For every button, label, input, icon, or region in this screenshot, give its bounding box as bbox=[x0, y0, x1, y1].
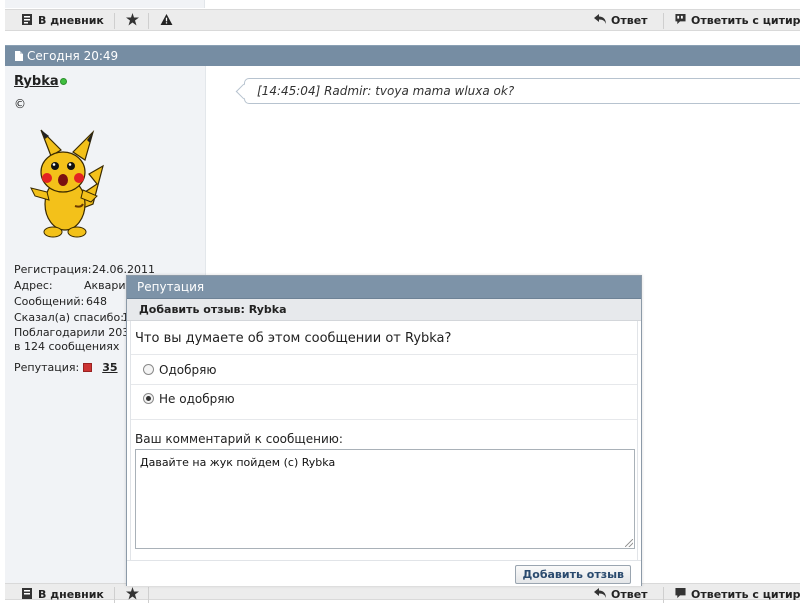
diary-label: В дневник bbox=[38, 588, 104, 601]
dialog-body: Что вы думаете об этом сообщении от Rybk… bbox=[130, 321, 638, 561]
radio-disapprove[interactable] bbox=[143, 393, 154, 404]
toolbar-separator bbox=[114, 587, 115, 603]
reputation-label: Репутация: bbox=[14, 361, 80, 374]
star-button[interactable] bbox=[126, 587, 143, 603]
reputation-line: Репутация: 35 bbox=[14, 361, 137, 374]
diary-button[interactable]: В дневник bbox=[21, 13, 104, 29]
toolbar-separator bbox=[148, 13, 149, 29]
reply-with-quote-button[interactable]: Ответить с цитир bbox=[674, 13, 800, 29]
comment-textarea[interactable]: Давайте на жук пойдем (с) Rybka bbox=[135, 449, 635, 549]
avatar bbox=[30, 129, 104, 238]
online-status-icon bbox=[60, 78, 67, 85]
reply-label: Ответ bbox=[611, 588, 648, 601]
option-disapprove[interactable]: Не одобряю bbox=[143, 391, 235, 407]
divider bbox=[131, 384, 637, 385]
reputation-minus-icon[interactable] bbox=[83, 363, 93, 372]
add-review-button[interactable]: Добавить отзыв bbox=[515, 565, 631, 584]
radio-approve[interactable] bbox=[143, 364, 154, 375]
username-link[interactable]: Rybka bbox=[14, 74, 59, 89]
reputation-dialog: Репутация Добавить отзыв: Rybka Что вы д… bbox=[126, 275, 642, 586]
reply-button[interactable]: Ответ bbox=[594, 587, 648, 603]
toolbar-separator bbox=[663, 13, 664, 29]
reply-with-quote-label: Ответить с цитир bbox=[691, 588, 800, 601]
star-icon bbox=[126, 13, 139, 26]
diary-icon bbox=[22, 14, 32, 25]
option-approve-label: Одобряю bbox=[159, 363, 217, 377]
post-toolbar-top: В дневник Ответ Ответить с цитир bbox=[5, 9, 800, 31]
reply-arrow-icon bbox=[594, 588, 606, 598]
comment-label: Ваш комментарий к сообщению: bbox=[135, 432, 343, 446]
reply-with-quote-button[interactable]: Ответить с цитир bbox=[674, 587, 800, 603]
option-approve[interactable]: Одобряю bbox=[143, 362, 216, 378]
reply-label: Ответ bbox=[611, 14, 648, 27]
toolbar-separator bbox=[663, 587, 664, 603]
quote-bubble: [14:45:04] Radmir: tvoya mama wluxa ok? bbox=[244, 78, 800, 104]
toolbar-separator bbox=[148, 587, 149, 603]
document-icon bbox=[15, 51, 23, 61]
reply-arrow-icon bbox=[594, 14, 606, 24]
previous-post-sidebar bbox=[5, 0, 205, 8]
dialog-footer: Добавить отзыв bbox=[127, 560, 641, 586]
diary-button[interactable]: В дневник bbox=[21, 587, 104, 603]
dialog-subtitle: Добавить отзыв: Rybka bbox=[127, 299, 641, 321]
resize-grip-icon[interactable] bbox=[625, 539, 633, 547]
reputation-value[interactable]: 35 bbox=[102, 361, 117, 374]
quote-bubble-icon bbox=[675, 588, 686, 599]
dialog-title[interactable]: Репутация bbox=[127, 276, 641, 299]
quote-text: [14:45:04] Radmir: tvoya mama wluxa ok? bbox=[257, 84, 515, 98]
star-button[interactable] bbox=[126, 13, 143, 29]
previous-post: В дневник Ответ Ответить с цитир bbox=[0, 0, 800, 34]
post-date: Сегодня 20:49 bbox=[27, 49, 119, 63]
toolbar-separator bbox=[114, 13, 115, 29]
divider bbox=[131, 419, 637, 420]
reply-with-quote-label: Ответить с цитир bbox=[691, 14, 800, 27]
reputation-question: Что вы думаете об этом сообщении от Rybk… bbox=[135, 331, 452, 346]
warning-icon bbox=[160, 14, 173, 25]
user-title: © bbox=[14, 97, 26, 111]
star-icon bbox=[126, 587, 139, 600]
quote-bubble-icon bbox=[675, 14, 686, 25]
divider bbox=[131, 354, 637, 355]
report-button[interactable] bbox=[160, 13, 177, 29]
diary-label: В дневник bbox=[38, 14, 104, 27]
reply-button[interactable]: Ответ bbox=[594, 13, 648, 29]
post-header: Сегодня 20:49 bbox=[5, 45, 800, 66]
diary-icon bbox=[22, 588, 32, 599]
option-disapprove-label: Не одобряю bbox=[159, 392, 235, 406]
